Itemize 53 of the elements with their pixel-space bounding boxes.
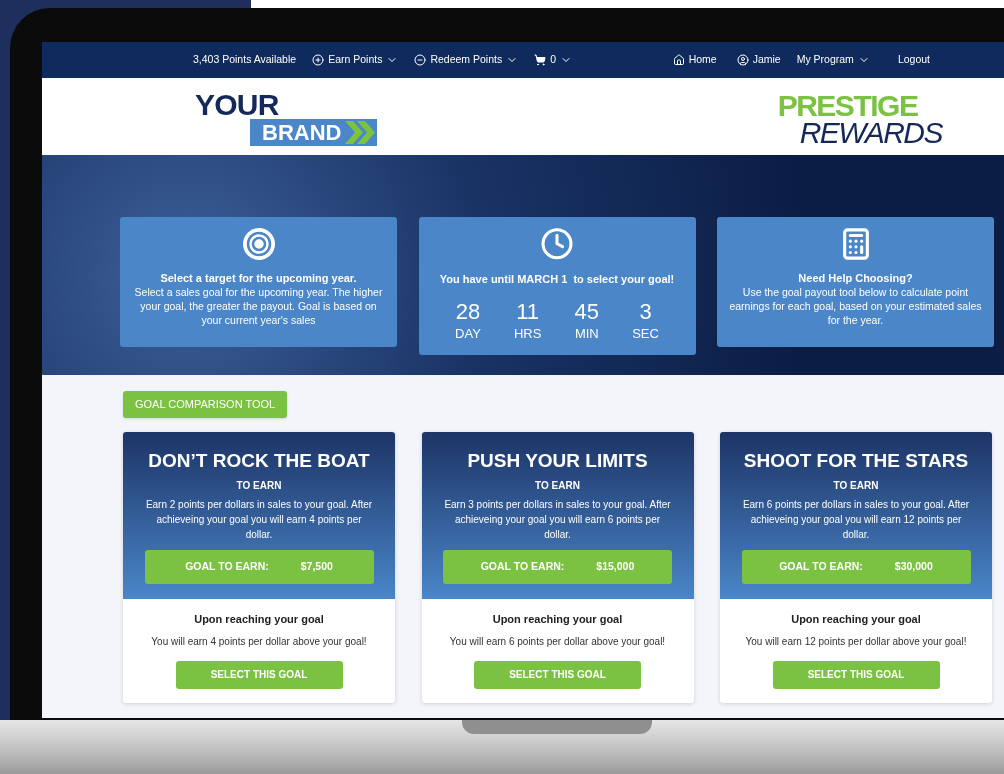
goal-amount: $7,500 [300, 559, 333, 575]
goal-description: Earn 2 points per dollars in sales to your goal. After achieveing your goal you will earn 4 points per dollar. [144, 498, 374, 542]
redeem-points-menu[interactable]: Redeem Points [414, 52, 519, 68]
card-title: You have until MARCH 1 to select your goal! [439, 271, 675, 287]
minus-icon [414, 54, 427, 66]
goal-label: GOAL TO EARN: [480, 559, 565, 575]
countdown-unit: DAY [455, 325, 481, 343]
logo-text: BRAND [262, 119, 342, 146]
home-link[interactable]: Home [672, 52, 717, 68]
user-link[interactable]: Jamie [736, 52, 781, 68]
logout-link[interactable]: Logout [897, 52, 930, 68]
cart-menu[interactable]: 0 [534, 52, 573, 68]
logo-text: REWARDS [799, 118, 942, 146]
reach-title: Upon reaching your goal [194, 612, 324, 627]
cart-icon [534, 54, 547, 66]
card-text: Use the goal payout tool below to calculate point earnings for each goal, based on your estimated sales for the year. [729, 285, 982, 327]
goal-subtitle: TO EARN [833, 479, 879, 493]
countdown-unit: HRS [513, 325, 542, 343]
reach-text: You will earn 6 points per dollar above your goal! [449, 634, 666, 649]
countdown-value: 3 [639, 299, 652, 325]
plus-icon [312, 54, 325, 66]
logo-text: YOUR [195, 91, 279, 119]
reach-title: Upon reaching your goal [492, 612, 623, 627]
card-title: Need Help Choosing? [798, 271, 913, 285]
countdown-value: 45 [574, 299, 600, 325]
goal-title: PUSH YOUR LIMITS [467, 450, 648, 472]
goal-label: GOAL TO EARN: [185, 559, 269, 575]
user-icon [736, 54, 749, 66]
logo-text: PRESTIGE [777, 91, 918, 119]
goal-title: DON’T ROCK THE BOAT [148, 450, 370, 472]
points-available: 3,403 Points Available [193, 52, 297, 68]
countdown-value: 11 [516, 299, 540, 325]
countdown-unit: MIN [574, 325, 599, 343]
reach-text: You will earn 4 points per dollar above your goal! [151, 634, 367, 649]
countdown-unit: SEC [632, 325, 659, 343]
target-icon [241, 227, 276, 261]
goal-description: Earn 3 points per dollars in sales to your goal. After achieveing your goal you will earn 6 points per dollar. [443, 498, 672, 542]
goal-title: SHOOT FOR THE STARS [743, 450, 969, 472]
goal-label: GOAL TO EARN: [779, 559, 863, 575]
goal-subtitle: TO EARN [236, 479, 282, 493]
goal-subtitle: TO EARN [535, 479, 580, 493]
earn-points-menu[interactable]: Earn Points [312, 52, 399, 68]
clock-icon [540, 227, 574, 261]
countdown-value: 28 [455, 299, 481, 325]
reach-title: Upon reaching your goal [791, 612, 921, 627]
home-icon [672, 54, 685, 66]
goal-amount: $15,000 [596, 559, 635, 575]
goal-description: Earn 6 points per dollars in sales to your goal. After achieveing your goal you will earn 12 points per dollar. [741, 498, 971, 542]
reach-text: You will earn 12 points per dollar above your goal! [745, 634, 967, 649]
my-program-menu[interactable]: My Program [796, 52, 870, 68]
card-text: Select a sales goal for the upcoming year. The higher your goal, the greater the payout. Goal is based on your current year's sales [133, 285, 384, 327]
card-title: Select a target for the upcoming year. [160, 271, 357, 285]
goal-amount: $30,000 [894, 559, 933, 575]
